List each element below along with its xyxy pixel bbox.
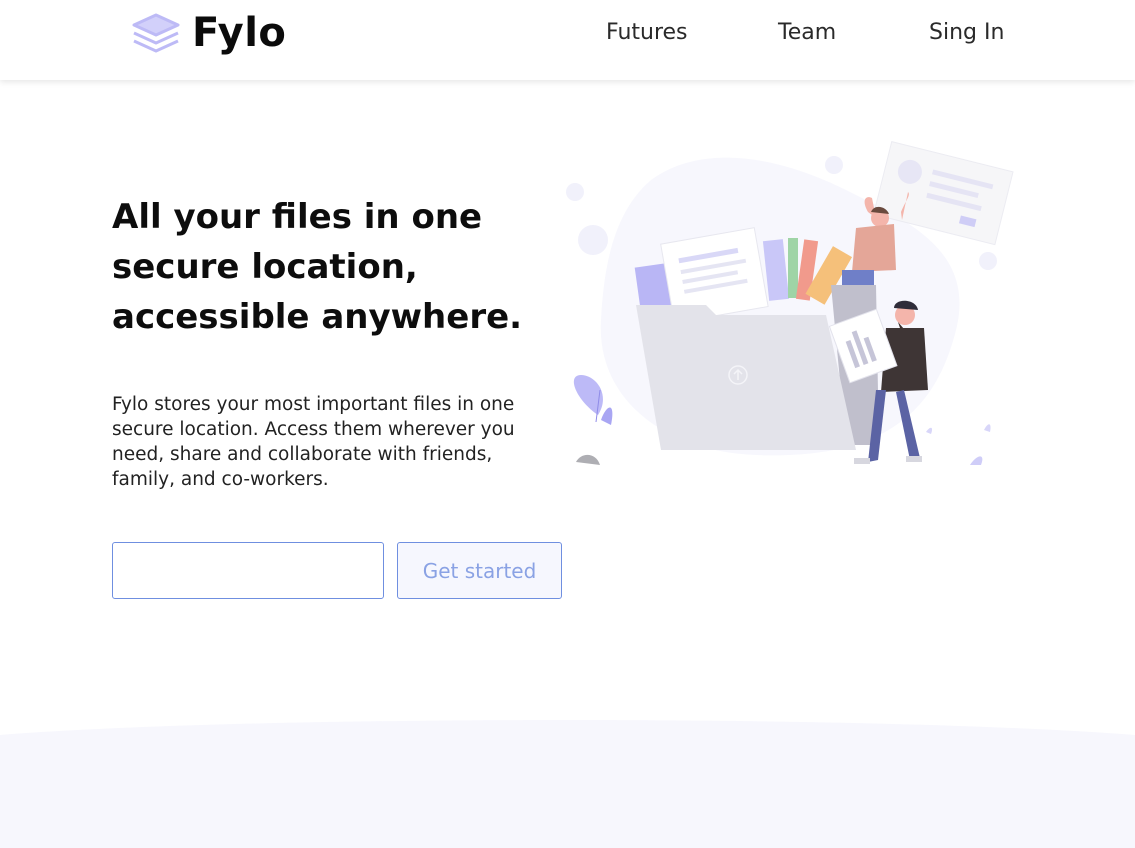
brand-name: Fylo [192,10,287,56]
brand-logo[interactable]: Fylo [130,8,286,58]
email-input[interactable] [112,542,384,599]
get-started-button[interactable]: Get started [397,542,562,599]
nav-link-futures[interactable]: Futures [606,20,688,50]
nav-link-sign-in[interactable]: Sing In [929,20,1004,50]
site-header: Fylo Futures Team Sing In [0,0,1135,80]
section-background-wave [0,720,1135,848]
hero-headline: All your files in one secure location, a… [112,197,523,337]
stacked-layers-icon [132,13,180,53]
file-sharing-illustration [566,140,1014,465]
hero-description: Fylo stores your most important files in… [112,394,515,490]
nav-link-team[interactable]: Team [778,20,836,50]
